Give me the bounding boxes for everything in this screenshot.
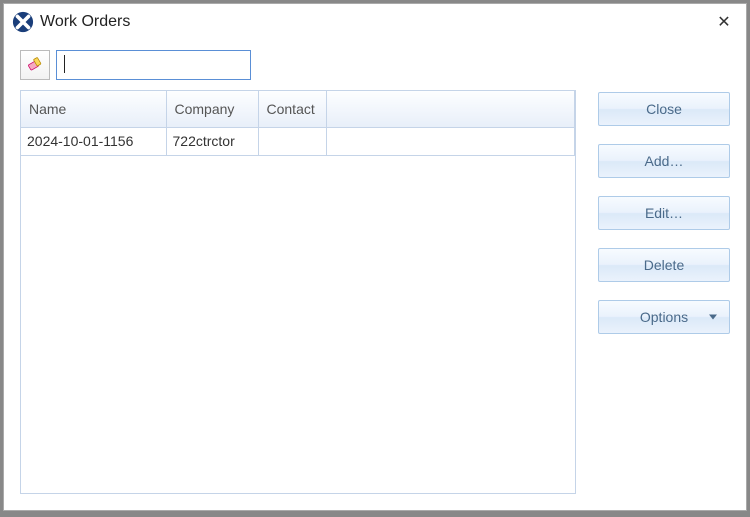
options-button-label: Options <box>640 309 688 325</box>
delete-button[interactable]: Delete <box>598 248 730 282</box>
titlebar: Work Orders ✕ <box>4 4 746 40</box>
table-header-row: Name Company Contact <box>21 91 575 127</box>
clear-search-button[interactable] <box>20 50 50 80</box>
search-input-wrap <box>56 50 576 80</box>
content-area: Name Company Contact 2024-10-01-1156 722… <box>4 40 746 510</box>
work-orders-window: Work Orders ✕ <box>3 3 747 511</box>
delete-button-label: Delete <box>644 257 684 273</box>
add-button[interactable]: Add… <box>598 144 730 178</box>
column-header-company[interactable]: Company <box>166 91 258 127</box>
work-orders-table[interactable]: Name Company Contact 2024-10-01-1156 722… <box>20 90 576 494</box>
cell-company: 722ctrctor <box>166 127 258 155</box>
chevron-down-icon <box>709 315 717 320</box>
close-button[interactable]: Close <box>598 92 730 126</box>
column-header-name[interactable]: Name <box>21 91 166 127</box>
app-x-icon <box>12 11 34 33</box>
main-column: Name Company Contact 2024-10-01-1156 722… <box>20 50 576 494</box>
close-button-label: Close <box>646 101 682 117</box>
text-cursor <box>64 55 65 73</box>
search-input[interactable] <box>56 50 251 80</box>
edit-button[interactable]: Edit… <box>598 196 730 230</box>
edit-button-label: Edit… <box>645 205 683 221</box>
add-button-label: Add… <box>645 153 684 169</box>
column-header-blank[interactable] <box>326 91 575 127</box>
close-icon: ✕ <box>717 12 730 32</box>
eraser-icon <box>26 55 44 76</box>
cell-rest <box>326 127 575 155</box>
window-title: Work Orders <box>40 13 712 31</box>
side-buttons: Close Add… Edit… Delete Options <box>598 50 730 494</box>
column-header-contact[interactable]: Contact <box>258 91 326 127</box>
window-close-button[interactable]: ✕ <box>712 10 736 34</box>
cell-name: 2024-10-01-1156 <box>21 127 166 155</box>
table-row[interactable]: 2024-10-01-1156 722ctrctor <box>21 127 575 155</box>
cell-contact <box>258 127 326 155</box>
options-button[interactable]: Options <box>598 300 730 334</box>
search-row <box>20 50 576 80</box>
